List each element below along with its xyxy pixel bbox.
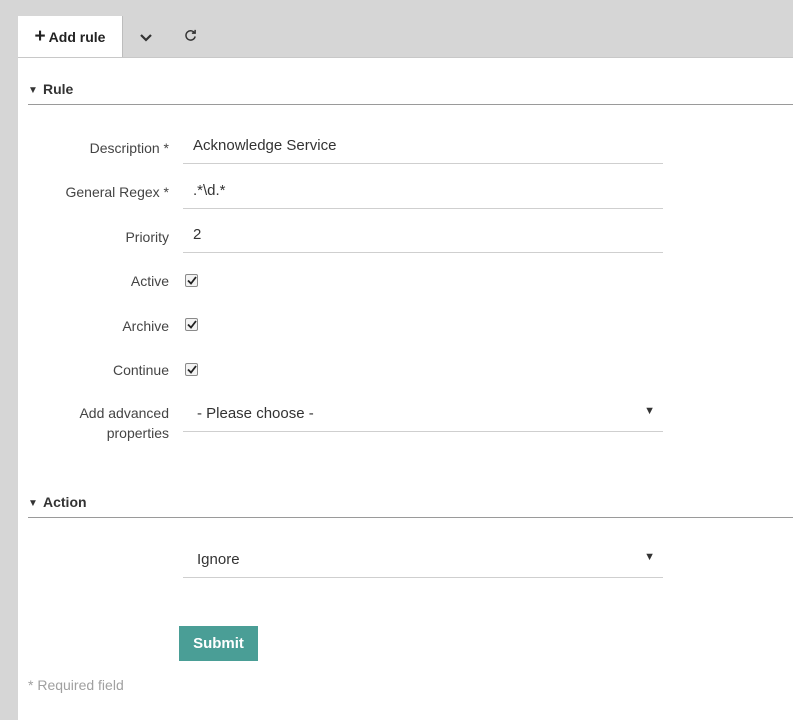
chevron-down-icon (140, 29, 152, 45)
required-field-note: * Required field (28, 677, 124, 693)
collapse-triangle-icon: ▼ (28, 85, 38, 96)
continue-label: Continue (112, 362, 169, 378)
action-section-header[interactable]: ▼ Action (28, 494, 793, 518)
general-regex-input[interactable]: .*\d.* (183, 177, 663, 209)
archive-checkbox[interactable] (185, 318, 198, 331)
advanced-properties-select[interactable]: - Please choose - ▼ (183, 398, 663, 432)
rule-section-title: Rule (43, 81, 74, 97)
rule-section-header[interactable]: ▼ Rule (28, 81, 793, 105)
description-input[interactable]: Acknowledge Service (183, 132, 663, 164)
active-label: Active (130, 273, 169, 289)
refresh-button[interactable] (175, 16, 205, 57)
action-section-title: Action (43, 494, 87, 510)
add-rule-label: Add rule (48, 28, 106, 45)
archive-label: Archive (122, 318, 169, 334)
submit-button[interactable]: Submit (179, 626, 258, 661)
refresh-icon (184, 29, 197, 45)
checkmark-icon (186, 320, 197, 329)
collapse-triangle-icon: ▼ (28, 498, 38, 509)
priority-label: Priority (125, 229, 169, 245)
menu-dropdown-button[interactable] (131, 16, 161, 57)
dropdown-arrow-icon: ▼ (644, 405, 655, 417)
dropdown-arrow-icon: ▼ (644, 551, 655, 563)
advanced-properties-label-line1: Add advanced (79, 405, 169, 421)
checkmark-icon (186, 276, 197, 285)
advanced-properties-value: - Please choose - (197, 405, 314, 422)
priority-input[interactable]: 2 (183, 221, 663, 253)
action-value: Ignore (197, 551, 240, 568)
advanced-properties-label-line2: properties (106, 425, 169, 441)
general-regex-label: General Regex * (65, 184, 169, 200)
active-checkbox[interactable] (185, 274, 198, 287)
checkmark-icon (186, 365, 197, 374)
plus-icon: + (34, 26, 46, 47)
toolbar: + Add rule (18, 16, 793, 57)
continue-checkbox[interactable] (185, 363, 198, 376)
form-panel: ▼ Rule Description * Acknowledge Service… (18, 57, 793, 720)
action-select[interactable]: Ignore ▼ (183, 544, 663, 578)
add-rule-tab[interactable]: + Add rule (18, 16, 123, 57)
description-label: Description * (89, 140, 169, 156)
